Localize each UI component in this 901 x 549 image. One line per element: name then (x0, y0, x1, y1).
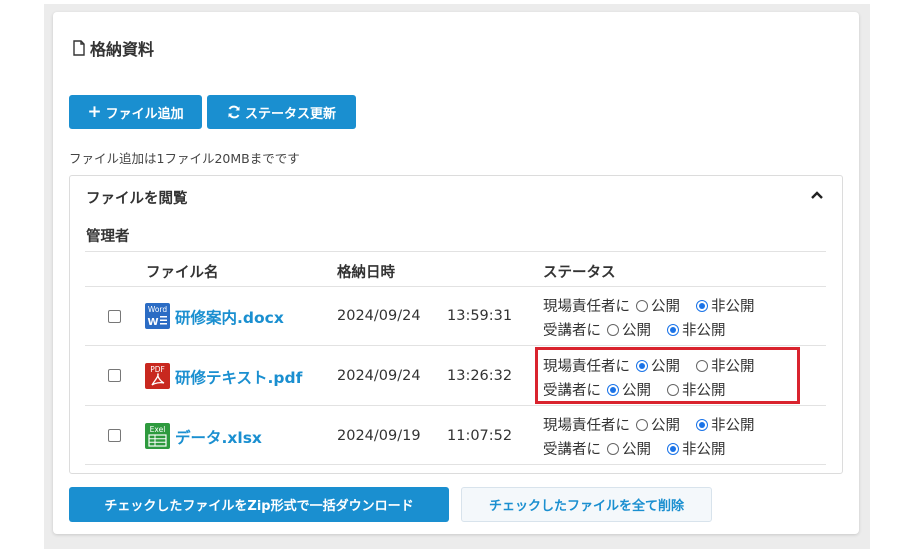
manager-visibility: 現場責任者に 公開 非公開 (543, 295, 755, 316)
file-date: 2024/09/24 (337, 368, 421, 384)
column-header-date: 格納日時 (337, 265, 395, 281)
file-time: 11:07:52 (447, 428, 513, 444)
upload-limit-note: ファイル追加は1ファイル20MBまでです (69, 151, 300, 166)
manager-label: 現場責任者に (543, 418, 630, 434)
trainee-label: 受講者に (543, 442, 601, 458)
file-link[interactable]: 研修テキスト.pdf (175, 366, 302, 388)
table-top-divider (85, 251, 826, 252)
status-update-label: ステータス更新 (244, 106, 336, 122)
svg-text:Exel: Exel (150, 425, 166, 434)
file-date: 2024/09/19 (337, 428, 421, 444)
private-label: 非公開 (682, 442, 726, 458)
svg-text:PDF: PDF (150, 365, 165, 374)
table-header-divider (85, 286, 826, 287)
private-label: 非公開 (711, 418, 755, 434)
private-radio[interactable] (696, 299, 708, 312)
row-divider (85, 345, 826, 346)
page-title: 格納資料 (72, 36, 154, 60)
trainee-visibility: 受講者に 公開 非公開 (543, 438, 726, 459)
panel-title: ファイルを閲覧 (86, 191, 188, 207)
refresh-icon (228, 105, 240, 119)
delete-checked-button[interactable]: チェックしたファイルを全て削除 (461, 487, 712, 522)
row-checkbox[interactable] (108, 310, 121, 323)
row-divider (85, 464, 826, 465)
manager-label: 現場責任者に (543, 299, 630, 315)
trainee-label: 受講者に (543, 323, 601, 339)
file-date: 2024/09/24 (337, 308, 421, 324)
row-divider (85, 405, 826, 406)
svg-text:W: W (147, 317, 158, 328)
trainee-visibility: 受講者に 公開 非公開 (543, 319, 726, 340)
column-header-status: ステータス (543, 265, 616, 281)
public-radio[interactable] (607, 442, 619, 455)
add-file-button[interactable]: + ファイル追加 (69, 95, 202, 129)
public-label: 公開 (651, 299, 680, 315)
public-radio[interactable] (636, 299, 648, 312)
private-label: 非公開 (682, 323, 726, 339)
plus-icon: + (87, 101, 102, 122)
page-title-text: 格納資料 (90, 40, 155, 59)
highlight-box (535, 347, 800, 404)
file-link[interactable]: データ.xlsx (175, 426, 262, 448)
public-radio[interactable] (607, 323, 619, 336)
add-file-label: ファイル追加 (105, 106, 184, 122)
file-time: 13:59:31 (447, 308, 513, 324)
status-update-button[interactable]: ステータス更新 (207, 95, 356, 129)
public-label: 公開 (622, 442, 651, 458)
column-header-filename: ファイル名 (146, 265, 219, 281)
file-time: 13:26:32 (447, 368, 513, 384)
excel-file-icon: Exel (145, 423, 170, 449)
word-file-icon: Word W (145, 303, 170, 329)
private-radio[interactable] (667, 442, 679, 455)
pdf-file-icon: PDF (145, 363, 170, 389)
row-checkbox[interactable] (108, 429, 121, 442)
private-radio[interactable] (696, 418, 708, 431)
public-label: 公開 (651, 418, 680, 434)
zip-download-button[interactable]: チェックしたファイルをZip形式で一括ダウンロード (69, 487, 449, 522)
public-label: 公開 (622, 323, 651, 339)
public-radio[interactable] (636, 418, 648, 431)
file-link[interactable]: 研修案内.docx (175, 306, 284, 328)
chevron-up-icon[interactable] (808, 186, 826, 204)
svg-text:Word: Word (148, 305, 168, 314)
row-checkbox[interactable] (108, 369, 121, 382)
manager-visibility: 現場責任者に 公開 非公開 (543, 414, 755, 435)
document-icon (73, 40, 85, 56)
private-radio[interactable] (667, 323, 679, 336)
section-title-admin: 管理者 (86, 229, 130, 245)
private-label: 非公開 (711, 299, 755, 315)
